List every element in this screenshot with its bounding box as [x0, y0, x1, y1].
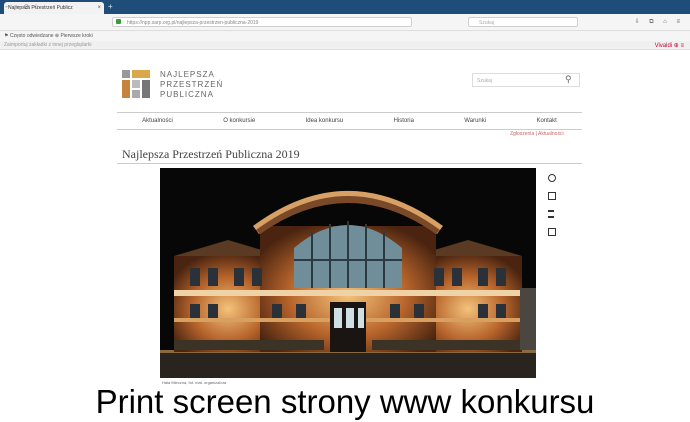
browser-toolbar-icons[interactable]: ⇩ ⧉ ⌂ ≡ — [635, 18, 684, 26]
logo-text[interactable]: NAJLEPSZA PRZESTRZEŃ PUBLICZNA — [160, 70, 223, 100]
nav-item-warunki[interactable]: Warunki — [464, 118, 486, 124]
logo-line-3: PUBLICZNA — [160, 90, 214, 99]
lock-icon — [116, 19, 121, 24]
nav-item-idea[interactable]: Idea konkursu — [306, 118, 344, 124]
back-icon[interactable]: ← — [4, 3, 11, 10]
share-icon[interactable] — [548, 192, 556, 200]
logo-mark[interactable] — [122, 70, 150, 98]
home-icon[interactable]: ⌂ — [34, 3, 38, 10]
site-nav: Aktualności O konkursie Idea konkursu Hi… — [117, 112, 582, 130]
facebook-icon[interactable] — [548, 174, 556, 182]
print-icon[interactable] — [548, 210, 554, 218]
logo-line-1: NAJLEPSZA — [160, 70, 215, 79]
bookmarks-label[interactable]: ⚑ Często odwiedzane ⊕ Pierwsze kroki — [0, 33, 93, 39]
nav-item-aktualnosci[interactable]: Aktualności — [142, 118, 173, 124]
browser-search-input[interactable]: Szukaj — [468, 17, 578, 27]
url-bar[interactable]: https://npp.sarp.org.pl/najlepsza-przest… — [112, 17, 412, 27]
forward-icon[interactable]: → — [14, 3, 21, 10]
market-hall-illustration — [160, 168, 536, 378]
new-tab-icon[interactable]: + — [108, 2, 113, 11]
page-title: Najlepsza Przestrzeń Publiczna 2019 — [122, 147, 300, 161]
vivaldi-toolbar[interactable]: Vivaldi ⊕ ≡ — [655, 42, 684, 49]
search-icon[interactable]: ⚲ — [565, 74, 572, 85]
bookmarks-bar: ⚑ Często odwiedzane ⊕ Pierwsze kroki — [0, 31, 690, 41]
import-infobar[interactable]: Zaimportuj zakładki z innej przeglądarki — [0, 41, 690, 50]
hero-image — [160, 168, 536, 378]
nav-item-historia[interactable]: Historia — [394, 118, 414, 124]
nav-item-o-konkursie[interactable]: O konkursie — [223, 118, 255, 124]
title-divider — [117, 163, 582, 164]
reload-icon[interactable]: ⟳ — [24, 3, 30, 11]
sub-nav-links[interactable]: Zgłoszenia | Aktualności — [510, 131, 564, 137]
close-tab-icon[interactable]: × — [97, 2, 101, 14]
nav-item-kontakt[interactable]: Kontakt — [536, 118, 556, 124]
site-search-input[interactable]: Szukaj — [472, 73, 580, 87]
screenshot-caption: Print screen strony www konkursu — [95, 383, 595, 420]
logo-line-2: PRZESTRZEŃ — [160, 80, 224, 89]
mail-icon[interactable] — [548, 228, 556, 236]
